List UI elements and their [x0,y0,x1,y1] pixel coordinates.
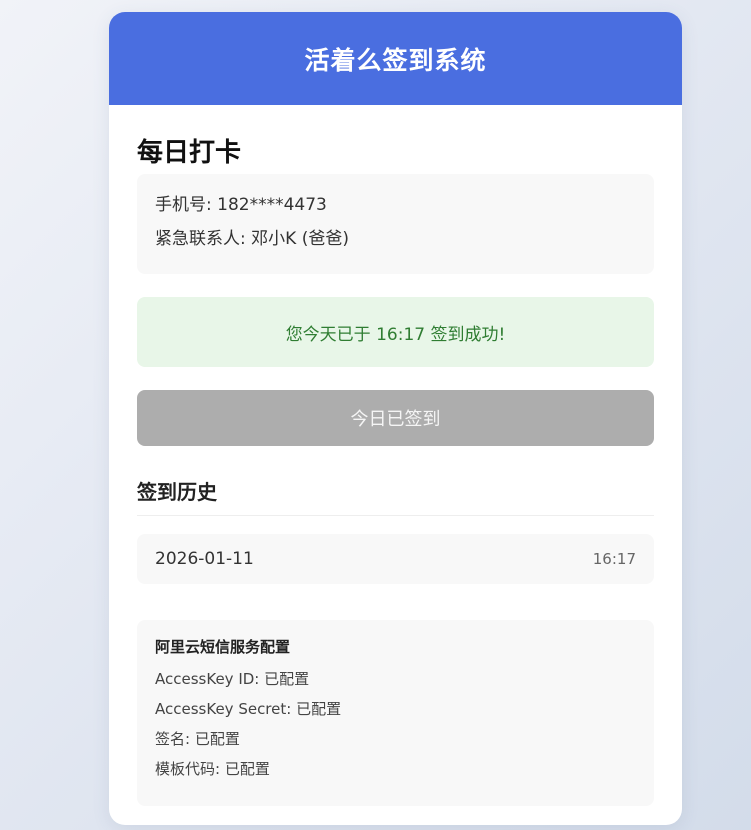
phone-line: 手机号: 182****4473 [155,188,636,222]
emergency-contact-value: 邓小K (爸爸) [251,229,349,249]
app-title: 活着么签到系统 [304,45,487,75]
config-signature: 签名: 已配置 [155,724,636,754]
main-content: 每日打卡 手机号: 182****4473 紧急联系人: 邓小K (爸爸) 您今… [109,136,682,806]
config-value: 已配置 [194,730,240,748]
config-value: 已配置 [224,760,270,778]
emergency-contact-label: 紧急联系人: [155,229,246,249]
phone-label: 手机号: [155,195,212,215]
checkin-success-message: 您今天已于 16:17 签到成功! [137,297,654,367]
history-title: 签到历史 [137,476,654,516]
config-label: 模板代码: [155,760,221,778]
history-row: 2026-01-11 16:17 [137,534,654,584]
config-label: AccessKey Secret: [155,700,292,718]
checkin-button[interactable]: 今日已签到 [137,390,654,446]
phone-value: 182****4473 [217,195,327,215]
daily-checkin-title: 每日打卡 [137,138,242,168]
checkin-card: 活着么签到系统 每日打卡 手机号: 182****4473 紧急联系人: 邓小K… [109,12,682,825]
config-accesskey-secret: AccessKey Secret: 已配置 [155,694,636,724]
app-header: 活着么签到系统 [109,12,682,105]
config-accesskey-id: AccessKey ID: 已配置 [155,664,636,694]
history-time: 16:17 [592,550,636,568]
sms-config-box: 阿里云短信服务配置 AccessKey ID: 已配置 AccessKey Se… [137,620,654,806]
emergency-contact-line: 紧急联系人: 邓小K (爸爸) [155,222,636,256]
history-date: 2026-01-11 [155,549,254,569]
sms-config-title: 阿里云短信服务配置 [155,638,291,656]
config-value: 已配置 [296,700,342,718]
config-label: AccessKey ID: [155,670,260,688]
config-value: 已配置 [264,670,310,688]
user-info-box: 手机号: 182****4473 紧急联系人: 邓小K (爸爸) [137,174,654,274]
config-template-code: 模板代码: 已配置 [155,754,636,784]
config-label: 签名: [155,730,191,748]
